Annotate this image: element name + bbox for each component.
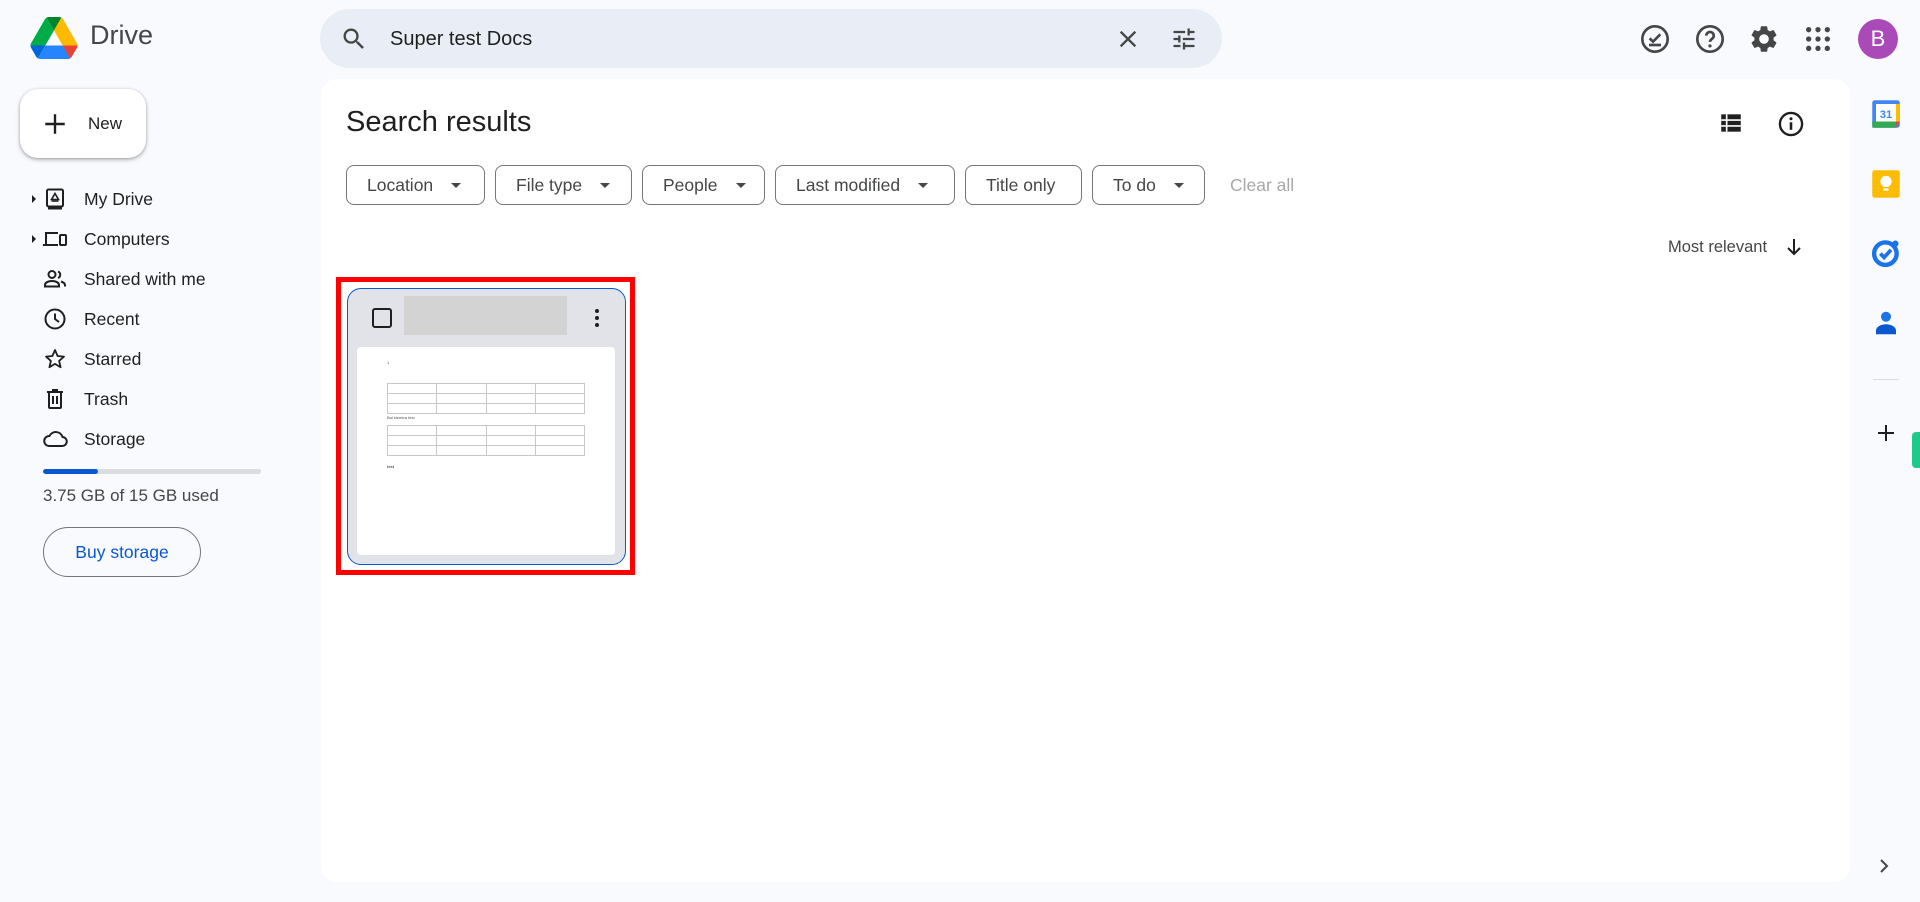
google-drive-logo-icon[interactable]: [30, 17, 78, 59]
cloud-icon: [43, 431, 68, 447]
shared-icon: [44, 270, 66, 288]
filter-location[interactable]: Location: [346, 165, 485, 205]
settings-icon[interactable]: [1748, 23, 1780, 55]
sidebar-item-computers[interactable]: Computers: [30, 219, 300, 259]
search-input[interactable]: [390, 22, 1090, 56]
thumbnail-text: 1: [387, 360, 390, 365]
apps-grid-icon[interactable]: [1802, 23, 1834, 55]
filter-file-type[interactable]: File type: [495, 165, 632, 205]
close-icon[interactable]: [1114, 25, 1142, 53]
chip-label: To do: [1113, 174, 1156, 195]
sidebar-item-trash[interactable]: Trash: [30, 379, 300, 419]
clock-icon: [44, 308, 66, 330]
file-thumbnail[interactable]: 1 Bai kiemtra test test: [357, 347, 615, 555]
app-name[interactable]: Drive: [90, 20, 153, 51]
sidebar-item-label: Trash: [84, 388, 129, 409]
buy-storage-button[interactable]: Buy storage: [43, 527, 201, 577]
thumbnail-table: [386, 425, 586, 456]
page-title: Search results: [346, 106, 532, 138]
plus-icon: [45, 113, 65, 134]
tasks-app-icon[interactable]: [1871, 238, 1901, 268]
sidebar-item-label: Shared with me: [84, 268, 206, 289]
filter-people[interactable]: People: [642, 165, 765, 205]
avatar-letter: B: [1870, 26, 1886, 51]
chip-label: Title only: [986, 174, 1056, 195]
sidebar-item-label: Storage: [84, 428, 146, 449]
chip-label: Last modified: [796, 174, 901, 195]
dropdown-arrow-icon: [918, 182, 929, 188]
ready-for-offline-icon[interactable]: [1639, 23, 1671, 55]
filter-title-only[interactable]: Title only: [965, 165, 1082, 205]
sort-by-button[interactable]: Most relevant: [1668, 238, 1767, 257]
clear-all-button[interactable]: Clear all: [1230, 175, 1294, 196]
more-options-icon[interactable]: [589, 305, 605, 331]
calendar-app-icon[interactable]: 31: [1871, 99, 1901, 129]
dropdown-arrow-icon: [451, 182, 462, 188]
sidebar-item-label: Starred: [84, 348, 142, 369]
filter-last-modified[interactable]: Last modified: [775, 165, 955, 205]
dropdown-arrow-icon: [735, 182, 746, 188]
sidebar-item-label: Computers: [84, 228, 170, 249]
expand-caret-icon[interactable]: [30, 193, 38, 205]
trash-icon: [47, 389, 63, 409]
chip-label: People: [663, 174, 718, 195]
chip-label: Location: [367, 174, 434, 195]
sidebar-item-shared-with-me[interactable]: Shared with me: [30, 259, 300, 299]
help-icon[interactable]: [1694, 23, 1726, 55]
expand-caret-icon[interactable]: [30, 233, 38, 245]
plus-icon[interactable]: [1874, 421, 1898, 445]
search-icon[interactable]: [340, 25, 368, 53]
computers-icon: [43, 232, 67, 246]
svg-text:31: 31: [1880, 109, 1893, 121]
account-avatar[interactable]: B: [1858, 19, 1898, 59]
list-view-icon[interactable]: [1718, 110, 1744, 136]
contacts-app-icon[interactable]: [1871, 308, 1901, 338]
sidebar-item-recent[interactable]: Recent: [30, 299, 300, 339]
side-panel-handle[interactable]: [1912, 432, 1920, 468]
select-checkbox[interactable]: [372, 308, 392, 328]
sidebar-item-starred[interactable]: Starred: [30, 339, 300, 379]
sidebar-item-my-drive[interactable]: My Drive: [30, 179, 300, 219]
storage-usage-fill: [43, 469, 98, 474]
thumbnail-table: [386, 383, 586, 414]
thumbnail-caption: Bai kiemtra test: [387, 415, 415, 420]
dropdown-arrow-icon: [600, 182, 611, 188]
chip-label: File type: [516, 174, 583, 195]
chevron-right-icon[interactable]: [1876, 858, 1892, 874]
new-button-label: New: [88, 113, 123, 133]
my-drive-icon: [46, 188, 64, 210]
file-title-placeholder[interactable]: [404, 296, 567, 335]
tune-icon[interactable]: [1170, 25, 1198, 53]
thumbnail-text: test: [387, 464, 395, 469]
filter-to-do[interactable]: To do: [1092, 165, 1205, 205]
sidebar-item-storage[interactable]: Storage: [30, 419, 300, 459]
star-icon: [45, 349, 65, 369]
info-icon[interactable]: [1777, 110, 1805, 138]
sidebar-item-label: Recent: [84, 308, 140, 329]
sidebar-item-label: My Drive: [84, 188, 154, 209]
dropdown-arrow-icon: [1173, 182, 1184, 188]
new-button[interactable]: New: [20, 89, 146, 158]
keep-app-icon[interactable]: [1871, 169, 1901, 199]
side-panel-divider: [1873, 379, 1899, 380]
storage-usage-bar: [43, 469, 261, 474]
arrow-down-icon[interactable]: [1782, 235, 1806, 259]
storage-usage-text: 3.75 GB of 15 GB used: [43, 486, 219, 505]
